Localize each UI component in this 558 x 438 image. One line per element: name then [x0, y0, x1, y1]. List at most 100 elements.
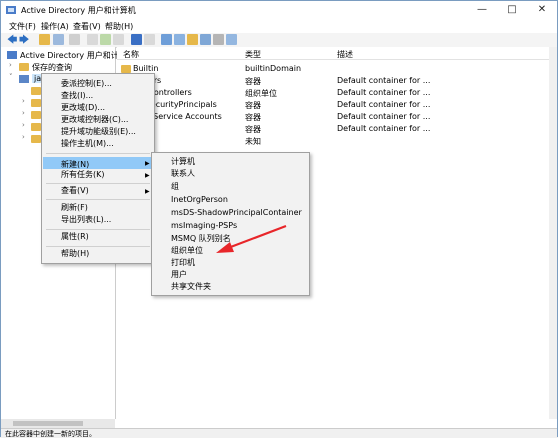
tree-item-label: 保存的查询 — [32, 63, 72, 72]
item-name: Builtin — [133, 64, 159, 73]
chevron-right-icon[interactable]: › — [22, 109, 25, 117]
list-item[interactable]: Builtin builtinDomain — [117, 63, 557, 75]
submenu-item-inetorgperson[interactable]: InetOrgPerson — [171, 194, 228, 206]
menu-item-new[interactable]: 新建(N) ▶ — [43, 157, 153, 169]
menu-view[interactable]: 查看(V) — [73, 21, 101, 32]
filter-icon[interactable] — [200, 34, 211, 45]
menu-separator — [46, 229, 150, 230]
menu-item-all-tasks[interactable]: 所有任务(K) — [61, 169, 105, 181]
item-desc: Default container for ... — [337, 100, 431, 109]
menu-item-change-domain[interactable]: 更改域(D)... — [61, 102, 105, 114]
menu-item-change-dc[interactable]: 更改域控制器(C)... — [61, 114, 128, 126]
properties-icon[interactable] — [87, 34, 98, 45]
new-ou-icon[interactable] — [187, 34, 198, 45]
annotation-arrow-icon — [216, 224, 287, 253]
console-tree-icon[interactable] — [53, 34, 64, 45]
vertical-scrollbar[interactable] — [549, 47, 557, 419]
menu-item-delegate-control[interactable]: 委派控制(E)... — [61, 78, 112, 90]
item-type: 容器 — [245, 101, 261, 110]
column-description[interactable]: 描述 — [337, 49, 353, 60]
submenu-item-shadow-principal[interactable]: msDS-ShadowPrincipalContainer — [171, 207, 302, 219]
menu-item-properties[interactable]: 属性(R) — [61, 231, 89, 243]
find-icon[interactable] — [213, 34, 224, 45]
refresh-icon[interactable] — [100, 34, 111, 45]
column-type[interactable]: 类型 — [245, 49, 261, 60]
toolbar: 🡄 🡆 — [1, 33, 557, 48]
item-type: 容器 — [245, 77, 261, 86]
item-desc: Default container for ... — [337, 76, 431, 85]
add-to-group-icon[interactable] — [226, 34, 237, 45]
menu-help[interactable]: 帮助(H) — [105, 21, 133, 32]
ad-root-icon — [7, 51, 17, 59]
chevron-right-icon[interactable]: › — [22, 97, 25, 105]
folder-icon — [121, 65, 131, 73]
list-item[interactable]: 未知 — [117, 135, 557, 147]
item-type: 容器 — [245, 113, 261, 122]
new-group-icon[interactable] — [174, 34, 185, 45]
menu-item-view[interactable]: 查看(V) — [61, 185, 89, 197]
item-type: 组织单位 — [245, 89, 277, 98]
item-type: builtinDomain — [245, 64, 302, 73]
menu-item-find[interactable]: 查找(I)... — [61, 90, 93, 102]
menu-item-help[interactable]: 帮助(H) — [61, 248, 89, 260]
horizontal-scrollbar[interactable] — [1, 419, 115, 428]
menu-action[interactable]: 操作(A) — [41, 21, 69, 32]
submenu-item-group[interactable]: 组 — [171, 181, 179, 193]
submenu-item-shared-folder[interactable]: 共享文件夹 — [171, 281, 211, 293]
chevron-right-icon[interactable]: › — [22, 121, 25, 129]
view-icon[interactable] — [144, 34, 155, 45]
item-desc: Default container for ... — [337, 112, 431, 121]
menu-item-refresh[interactable]: 刷新(F) — [61, 202, 88, 214]
maximize-button[interactable]: □ — [497, 1, 527, 19]
help-icon[interactable] — [131, 34, 142, 45]
chevron-right-icon[interactable]: › — [22, 133, 25, 141]
folder-icon — [31, 87, 41, 95]
copy-icon[interactable] — [69, 34, 80, 45]
domain-icon — [19, 75, 29, 83]
submenu-item-user[interactable]: 用户 — [171, 269, 187, 281]
menu-separator — [46, 153, 150, 154]
close-button[interactable]: ✕ — [527, 1, 557, 19]
title-bar: Active Directory 用户和计算机 — □ ✕ — [1, 1, 557, 19]
folder-icon — [31, 111, 41, 119]
folder-icon — [31, 135, 41, 143]
menu-separator — [46, 199, 150, 200]
ad-app-icon — [6, 6, 16, 14]
tree-root[interactable]: Active Directory 用户和计算机 — [1, 49, 135, 61]
scrollbar-thumb[interactable] — [13, 421, 83, 426]
submenu-item-printer[interactable]: 打印机 — [171, 257, 195, 269]
menu-item-export-list[interactable]: 导出列表(L)... — [61, 214, 111, 226]
menu-file[interactable]: 文件(F) — [9, 21, 36, 32]
folder-icon — [31, 123, 41, 131]
tree-item-saved-queries[interactable]: › 保存的查询 — [1, 61, 115, 73]
chevron-right-icon[interactable]: › — [9, 61, 12, 69]
submenu-arrow-icon: ▶ — [145, 188, 150, 195]
menu-item-raise-level[interactable]: 提升域功能级别(E)... — [61, 126, 136, 138]
item-type: 未知 — [245, 137, 261, 146]
list-item[interactable]: 容器 Default container for ... — [117, 123, 557, 135]
folder-icon — [31, 99, 41, 107]
column-name[interactable]: 名称 — [123, 49, 139, 60]
folder-icon — [19, 63, 29, 71]
item-desc: Default container for ... — [337, 124, 431, 133]
menu-item-operations-masters[interactable]: 操作主机(M)... — [61, 138, 114, 150]
context-menu: 委派控制(E)... 查找(I)... 更改域(D)... 更改域控制器(C).… — [41, 73, 155, 264]
submenu-item-computer[interactable]: 计算机 — [171, 156, 195, 168]
list-item[interactable]: ...nSecurityPrincipals 容器 Default contai… — [117, 99, 557, 111]
item-desc: Default container for ... — [337, 88, 431, 97]
chevron-down-icon[interactable]: ˅ — [9, 73, 13, 81]
folder-up-icon[interactable] — [39, 34, 50, 45]
submenu-item-organizational-unit[interactable]: 组织单位 — [171, 245, 203, 257]
menu-bar: 文件(F) 操作(A) 查看(V) 帮助(H) — [1, 19, 557, 33]
submenu-item-contact[interactable]: 联系人 — [171, 168, 195, 180]
window-title: Active Directory 用户和计算机 — [21, 6, 136, 15]
list-item[interactable]: ...ed Service Accounts 容器 Default contai… — [117, 111, 557, 123]
item-type: 容器 — [245, 125, 261, 134]
list-item[interactable]: ...n Controllers 组织单位 Default container … — [117, 87, 557, 99]
export-icon[interactable] — [113, 34, 124, 45]
new-user-icon[interactable] — [161, 34, 172, 45]
submenu-arrow-icon: ▶ — [145, 160, 150, 167]
minimize-button[interactable]: — — [467, 1, 497, 19]
menu-separator — [46, 183, 150, 184]
list-item[interactable]: ...uters 容器 Default container for ... — [117, 75, 557, 87]
